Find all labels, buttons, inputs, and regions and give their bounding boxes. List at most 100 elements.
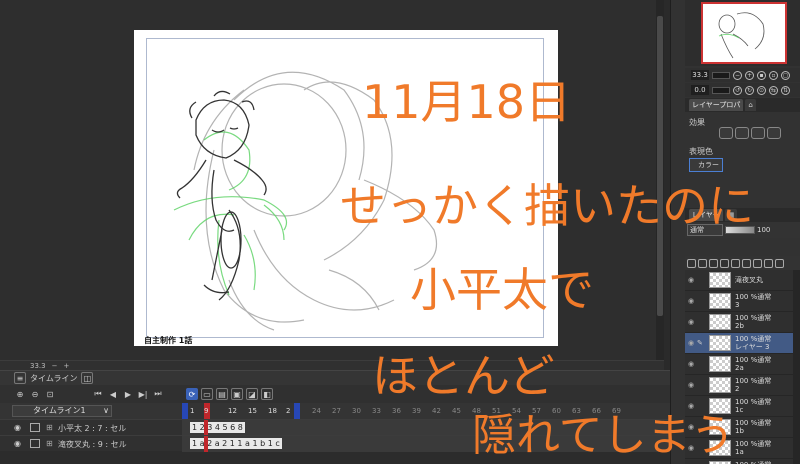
frame-ruler[interactable]: 1 9 12 15 18 2 24 27 30 33 36 39 42 45 4… — [182, 403, 670, 419]
ruler-tick: 30 — [352, 407, 361, 415]
fit-view-icon[interactable]: ▪ — [757, 70, 766, 80]
layer-text: 100 %通常 2a — [735, 356, 771, 372]
layer-opacity-mode: 100 %通常 — [735, 293, 772, 301]
layer-row[interactable]: ◉ 100 %通常 2a — [685, 354, 800, 375]
opacity-value[interactable]: 100 — [757, 226, 770, 234]
canvas-area[interactable]: 自主制作 1話 — [0, 0, 664, 360]
layer-opacity-mode: 100 %通常 — [735, 440, 772, 448]
tab-property-extra[interactable]: ⌂ — [745, 99, 756, 111]
tab-layer-extra[interactable]: ▦ — [724, 209, 738, 221]
rotate-slider[interactable] — [712, 86, 730, 94]
eye-icon[interactable]: ◉ — [685, 423, 697, 431]
zoom-plus-button[interactable]: + — [63, 362, 69, 370]
clip-icon[interactable] — [687, 258, 696, 268]
extract-line-icon[interactable] — [767, 127, 781, 139]
layer-row[interactable]: ◉ 100 %通常 1b — [685, 417, 800, 438]
zoom-minus-button[interactable]: − — [52, 362, 58, 370]
fit-window-icon[interactable]: ▫ — [769, 70, 778, 80]
loop-icon[interactable]: ⟳ — [186, 388, 198, 400]
last-frame-icon[interactable]: ⏭ — [152, 388, 164, 400]
ruler-icon[interactable] — [753, 258, 762, 268]
mask-icon[interactable] — [742, 258, 751, 268]
layer-row[interactable]: ◉ 100 %通常 3 — [685, 291, 800, 312]
zoom-slider[interactable] — [712, 71, 730, 79]
eye-icon[interactable]: ◉ — [14, 423, 24, 433]
draft-icon[interactable] — [709, 258, 718, 268]
end-marker[interactable] — [294, 403, 300, 419]
expand-icon[interactable]: ⊞ — [46, 439, 53, 448]
eye-icon[interactable]: ◉ — [685, 297, 697, 305]
next-frame-icon[interactable]: ▶| — [137, 388, 149, 400]
lock-alpha-icon[interactable] — [731, 258, 740, 268]
new-layer-icon[interactable] — [764, 258, 773, 268]
expand-icon[interactable]: ⊞ — [46, 423, 53, 432]
assign-cel-icon[interactable]: ▤ — [216, 388, 228, 400]
play-icon[interactable]: ▶ — [122, 388, 134, 400]
timeline-row[interactable]: ◉ ⊞ 小平太 2 : 7 : セル 1 2 3 4 5 6 8 — [0, 419, 670, 436]
delete-cel-icon[interactable]: ▣ — [231, 388, 243, 400]
lock-icon[interactable] — [720, 258, 729, 268]
eye-icon[interactable]: ◉ — [685, 318, 697, 326]
playhead[interactable] — [204, 420, 208, 436]
eye-icon[interactable]: ◉ — [685, 276, 697, 284]
zoom-readout[interactable]: 33.3 — [30, 362, 46, 370]
layer-row[interactable]: ◉ 100 %通常 2 — [685, 375, 800, 396]
zoom-in-icon[interactable]: ⊕ — [14, 388, 26, 400]
rotate-value[interactable]: 0.0 — [691, 85, 709, 95]
rotate-left-icon[interactable]: ↺ — [733, 85, 742, 95]
light-table-icon[interactable]: ◧ — [261, 388, 273, 400]
eye-icon[interactable]: ◉ — [685, 381, 697, 389]
zoom-out-icon[interactable]: ⊖ — [29, 388, 41, 400]
playhead[interactable] — [204, 436, 208, 452]
drawing-paper[interactable]: 自主制作 1話 — [134, 30, 558, 346]
timeline-menu-icon[interactable]: ≡ — [14, 372, 26, 384]
eye-icon[interactable]: ◉ — [685, 339, 697, 347]
zoom-value[interactable]: 33.3 — [691, 70, 709, 80]
layer-row[interactable]: ◉100 %通常1 — [685, 459, 800, 464]
effect-label: 効果 — [689, 118, 705, 127]
timeline-select[interactable]: タイムライン1 ∨ — [12, 405, 112, 417]
cel-frames[interactable]: 1 2 3 4 5 6 8 — [190, 422, 245, 433]
reset-rotation-icon[interactable]: ⊙ — [757, 85, 766, 95]
navigator-preview[interactable] — [701, 2, 787, 64]
tab-layer[interactable]: レイヤー — [689, 209, 723, 221]
reference-icon[interactable] — [698, 258, 707, 268]
trash-icon[interactable] — [775, 258, 784, 268]
timeline-titlebar: ≡ タイムライン ◫ — [0, 371, 670, 385]
actual-size-icon[interactable]: ◻ — [781, 70, 790, 80]
tone-effect-icon[interactable] — [735, 127, 749, 139]
flip-horizontal-icon[interactable]: ⇆ — [769, 85, 778, 95]
timeline-row[interactable]: ◉ ⊞ 滝夜叉丸 : 9 : セル 1 a 2 a 2 1 1 a 1 b 1 … — [0, 435, 670, 452]
flip-vertical-icon[interactable]: ⇅ — [781, 85, 790, 95]
expression-color-dropdown[interactable]: カラー — [689, 158, 723, 172]
cel-track[interactable] — [182, 420, 670, 436]
timeline-tab-extra-icon[interactable]: ◫ — [81, 372, 94, 384]
layer-row[interactable]: ◉ ✎ 100 %通常 レイヤー 3 — [685, 333, 800, 354]
prev-frame-icon[interactable]: ◀ — [107, 388, 119, 400]
canvas-vertical-scrollbar[interactable] — [656, 0, 664, 360]
layer-row[interactable]: ◉ 100 %通常 1a — [685, 438, 800, 459]
zoom-in-icon[interactable]: + — [745, 70, 754, 80]
eye-icon[interactable]: ◉ — [685, 360, 697, 368]
blend-mode-dropdown[interactable]: 通常 — [687, 224, 723, 236]
layer-row[interactable]: ◉ 100 %通常 2b — [685, 312, 800, 333]
eye-icon[interactable]: ◉ — [685, 444, 697, 452]
eye-icon[interactable]: ◉ — [14, 439, 24, 449]
first-frame-icon[interactable]: ⏮ — [92, 388, 104, 400]
zoom-out-icon[interactable]: − — [733, 70, 742, 80]
border-effect-icon[interactable] — [719, 127, 733, 139]
opacity-slider[interactable] — [725, 226, 755, 234]
tab-layer-property[interactable]: レイヤープロパ — [689, 99, 744, 111]
onion-skin-icon[interactable]: ◪ — [246, 388, 258, 400]
layer-list-scrollbar[interactable] — [793, 270, 800, 464]
timeline-tab[interactable]: タイムライン — [30, 373, 77, 384]
eye-icon[interactable]: ◉ — [685, 402, 697, 410]
layer-row[interactable]: ◉ 滝夜叉丸 — [685, 270, 800, 291]
scroll-thumb[interactable] — [657, 16, 663, 316]
new-cel-icon[interactable]: ▭ — [201, 388, 213, 400]
layer-color-icon[interactable] — [751, 127, 765, 139]
layer-row[interactable]: ◉ 100 %通常 1c — [685, 396, 800, 417]
start-marker[interactable] — [182, 403, 188, 419]
rotate-right-icon[interactable]: ↻ — [745, 85, 754, 95]
fit-icon[interactable]: ⊡ — [44, 388, 56, 400]
